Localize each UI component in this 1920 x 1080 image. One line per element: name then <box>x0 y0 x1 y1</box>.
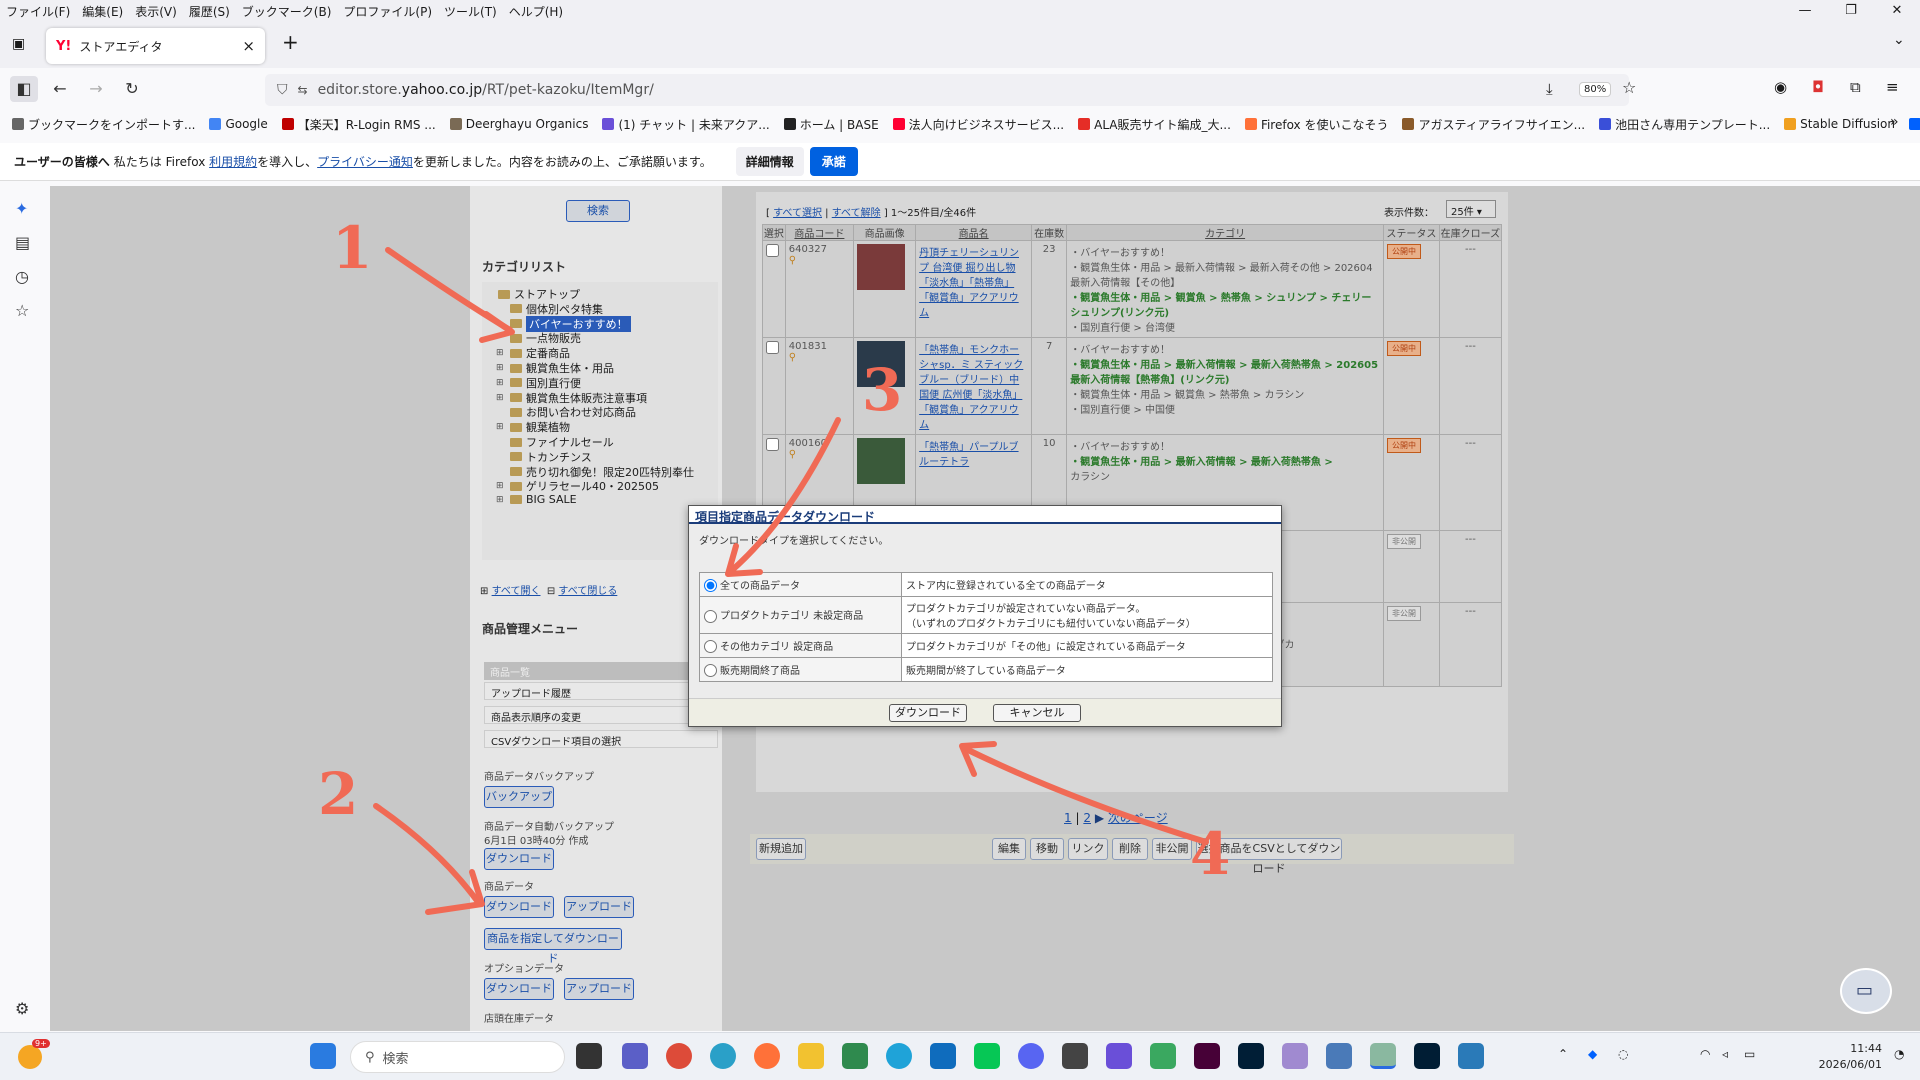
annotation-number-4: 4 <box>1190 820 1231 888</box>
annotation-number-2: 2 <box>318 760 359 828</box>
dropbox-icon[interactable]: ◆ <box>1588 1047 1597 1061</box>
firefox-icon[interactable] <box>754 1043 780 1069</box>
lightroom-icon[interactable] <box>1414 1043 1440 1069</box>
active-app-icon[interactable] <box>1370 1043 1396 1069</box>
windows-start-icon[interactable] <box>310 1043 336 1069</box>
annotation-arrow-2 <box>373 803 481 905</box>
chrome-icon[interactable] <box>666 1043 692 1069</box>
clock-time: 11:44 <box>1850 1042 1882 1055</box>
taskbar: 9+ ⚲ 検索 ⌃ ◆ ◌ ◠ ◃ ▭ 11:44 2026/06/01 ◔ <box>0 1032 1920 1080</box>
network-icon[interactable]: ◌ <box>1618 1047 1628 1061</box>
app-icon-3[interactable] <box>1150 1043 1176 1069</box>
battery-icon[interactable]: ▭ <box>1744 1047 1755 1061</box>
chat-support-icon[interactable]: ▭ <box>1840 968 1892 1014</box>
notifications-bell-icon[interactable]: ◔ <box>1894 1047 1904 1061</box>
annotation-arrow-4 <box>961 745 1209 845</box>
discord-icon[interactable] <box>1018 1043 1044 1069</box>
search-icon: ⚲ <box>365 1049 375 1065</box>
outlook-icon[interactable] <box>930 1043 956 1069</box>
taskbar-search[interactable]: ⚲ 検索 <box>350 1041 565 1073</box>
tray-chevron-icon[interactable]: ⌃ <box>1558 1047 1568 1061</box>
dreamweaver-icon[interactable] <box>1194 1043 1220 1069</box>
annotation-arrow-3 <box>727 417 841 575</box>
annotation-layer <box>373 247 1209 915</box>
photoshop-icon[interactable] <box>1238 1043 1264 1069</box>
edge-icon[interactable] <box>886 1043 912 1069</box>
volume-icon[interactable]: ◃ <box>1722 1047 1728 1061</box>
line-icon[interactable] <box>974 1043 1000 1069</box>
system-clock[interactable]: 11:44 2026/06/01 <box>1819 1041 1882 1073</box>
file-explorer-icon[interactable] <box>798 1043 824 1069</box>
app-icon-2[interactable] <box>1062 1043 1088 1069</box>
annotation-number-1: 1 <box>332 214 373 282</box>
app-icon-4[interactable] <box>1282 1043 1308 1069</box>
audio-app-icon[interactable] <box>1106 1043 1132 1069</box>
annotation-number-3: 3 <box>862 356 903 424</box>
cortana-icon[interactable] <box>710 1043 736 1069</box>
wifi-icon[interactable]: ◠ <box>1700 1047 1710 1061</box>
task-view-icon[interactable] <box>576 1043 602 1069</box>
taskbar-search-label: 検索 <box>382 1051 409 1067</box>
notepad-icon[interactable] <box>1458 1043 1484 1069</box>
clock-date: 2026/06/01 <box>1818 1058 1882 1071</box>
app-icon-1[interactable] <box>842 1043 868 1069</box>
annotation-arrowhead-1 <box>479 311 515 343</box>
weather-icon[interactable] <box>18 1045 42 1069</box>
teams-icon[interactable] <box>622 1043 648 1069</box>
notification-badge: 9+ <box>32 1039 50 1048</box>
app-icon-5[interactable] <box>1326 1043 1352 1069</box>
